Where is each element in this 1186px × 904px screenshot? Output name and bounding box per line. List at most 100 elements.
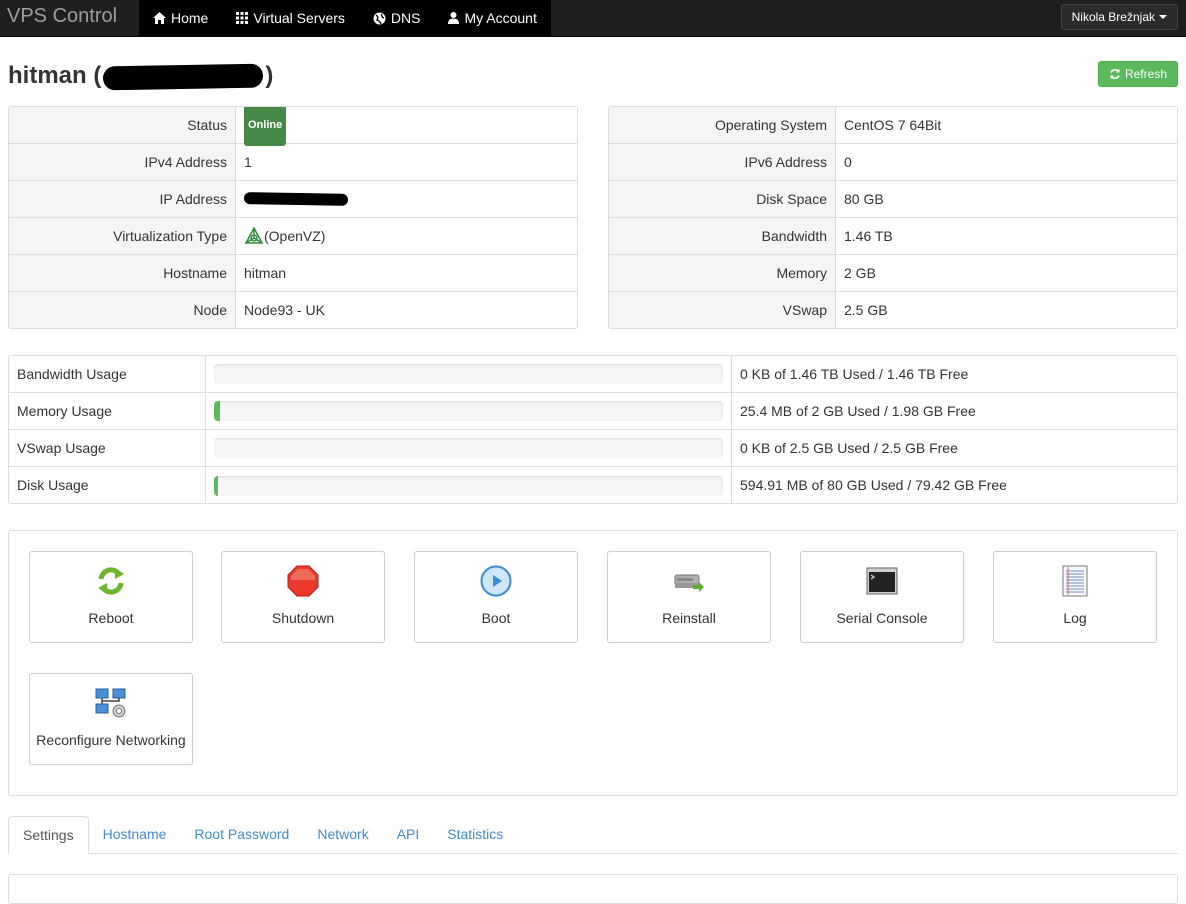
- usage-bar-cell: [206, 393, 732, 429]
- serial-console-button[interactable]: Serial Console: [800, 551, 964, 643]
- usage-bar-cell: [206, 430, 732, 466]
- user-menu-button[interactable]: Nikola Brežnjak: [1060, 4, 1178, 30]
- refresh-label: Refresh: [1124, 67, 1167, 81]
- usage-row-disk: Disk Usage 594.91 MB of 80 GB Used / 79.…: [9, 467, 1177, 503]
- usage-bar-cell: [206, 356, 732, 392]
- globe-icon: [373, 12, 386, 24]
- nav-my-account-label: My Account: [464, 10, 537, 26]
- tab-content-panel: [8, 874, 1178, 904]
- usage-row-vswap: VSwap Usage 0 KB of 2.5 GB Used / 2.5 GB…: [9, 430, 1177, 467]
- info-value: [236, 181, 577, 217]
- user-name: Nikola Brežnjak: [1071, 10, 1155, 24]
- action-label: Boot: [481, 610, 511, 626]
- usage-row-bandwidth: Bandwidth Usage 0 KB of 1.46 TB Used / 1…: [9, 356, 1177, 393]
- usage-label: Disk Usage: [9, 467, 206, 503]
- info-value: Online: [236, 107, 577, 146]
- actions-panel: Reboot Shutdown Boot Reinstall Serial Co…: [8, 530, 1178, 796]
- usage-table: Bandwidth Usage 0 KB of 1.46 TB Used / 1…: [8, 355, 1178, 504]
- info-row-ip: IP Address: [9, 181, 577, 218]
- reinstall-button[interactable]: Reinstall: [607, 551, 771, 643]
- redacted-ip: [243, 192, 349, 206]
- info-row-virtualization: Virtualization Type (OpenVZ): [9, 218, 577, 255]
- action-label: Serial Console: [836, 610, 928, 626]
- boot-icon: [480, 565, 512, 597]
- tab-statistics[interactable]: Statistics: [433, 816, 517, 853]
- info-value: (OpenVZ): [236, 218, 577, 254]
- nav-virtual-servers-label: Virtual Servers: [253, 10, 345, 26]
- info-label: VSwap: [609, 292, 836, 328]
- brand-logo[interactable]: VPS Control: [7, 5, 117, 28]
- boot-button[interactable]: Boot: [414, 551, 578, 643]
- action-label: Reconfigure Networking: [36, 732, 186, 748]
- refresh-button[interactable]: Refresh: [1097, 61, 1178, 87]
- info-label: IPv4 Address: [9, 144, 236, 180]
- usage-text: 0 KB of 2.5 GB Used / 2.5 GB Free: [740, 440, 958, 456]
- info-label: Disk Space: [609, 181, 836, 217]
- shutdown-icon: [287, 565, 319, 597]
- info-value: 2 GB: [844, 264, 876, 281]
- server-specs-table: Operating System CentOS 7 64Bit IPv6 Add…: [608, 106, 1178, 329]
- reconfigure-networking-button[interactable]: Reconfigure Networking: [29, 673, 193, 765]
- info-value: 1.46 TB: [844, 227, 893, 244]
- reinstall-icon: [674, 574, 704, 592]
- tab-network[interactable]: Network: [303, 816, 382, 853]
- info-label: Status: [9, 107, 236, 143]
- info-value: 1: [244, 153, 252, 170]
- nav-my-account[interactable]: My Account: [434, 0, 550, 36]
- tab-hostname[interactable]: Hostname: [89, 816, 181, 853]
- info-value: 80 GB: [844, 190, 884, 207]
- info-row-os: Operating System CentOS 7 64Bit: [609, 107, 1177, 144]
- nav-dns[interactable]: DNS: [359, 0, 435, 36]
- console-icon: [866, 567, 898, 595]
- tab-settings[interactable]: Settings: [8, 816, 89, 854]
- info-row-disk-space: Disk Space 80 GB: [609, 181, 1177, 218]
- reboot-button[interactable]: Reboot: [29, 551, 193, 643]
- home-icon: [153, 12, 166, 24]
- user-icon: [448, 12, 460, 24]
- virtualization-type: (OpenVZ): [264, 227, 326, 244]
- info-value: 0: [844, 153, 852, 170]
- progress-fill: [214, 401, 221, 421]
- shutdown-button[interactable]: Shutdown: [221, 551, 385, 643]
- progress-fill: [214, 475, 218, 496]
- usage-text: 25.4 MB of 2 GB Used / 1.98 GB Free: [740, 403, 976, 419]
- nav-home-label: Home: [171, 10, 209, 26]
- main-nav: Home Virtual Servers DNS My Account: [139, 0, 551, 36]
- nav-virtual-servers[interactable]: Virtual Servers: [222, 0, 359, 36]
- bandwidth-progress-bar: [214, 364, 723, 384]
- status-badge: Online: [244, 107, 287, 146]
- usage-label: VSwap Usage: [9, 430, 206, 466]
- page-title-prefix: hitman (: [8, 62, 102, 89]
- log-icon: [1062, 565, 1088, 597]
- info-row-ipv4: IPv4 Address 1: [9, 144, 577, 181]
- info-row-status: Status Online: [9, 107, 577, 146]
- memory-progress-bar: [214, 401, 723, 421]
- openvz-icon: [244, 227, 264, 244]
- info-label: Hostname: [9, 255, 236, 291]
- page-title: hitman (): [8, 62, 273, 91]
- usage-text: 0 KB of 1.46 TB Used / 1.46 TB Free: [740, 366, 969, 382]
- info-label: Operating System: [609, 107, 836, 143]
- tab-root-password[interactable]: Root Password: [180, 816, 303, 853]
- usage-bar-cell: [206, 467, 732, 503]
- top-navbar: VPS Control Home Virtual Servers DNS My …: [0, 0, 1186, 37]
- network-icon: [95, 688, 126, 718]
- info-label: IP Address: [9, 181, 236, 217]
- info-label: Node: [9, 292, 236, 328]
- refresh-icon: [1110, 69, 1120, 79]
- info-row-memory: Memory 2 GB: [609, 255, 1177, 292]
- redacted-ip: [103, 63, 264, 91]
- disk-progress-bar: [214, 475, 723, 496]
- info-row-vswap: VSwap 2.5 GB: [609, 292, 1177, 328]
- tab-api[interactable]: API: [383, 816, 434, 853]
- action-label: Reboot: [88, 610, 134, 626]
- usage-label: Bandwidth Usage: [9, 356, 206, 392]
- nav-home[interactable]: Home: [139, 0, 222, 36]
- info-row-hostname: Hostname hitman: [9, 255, 577, 292]
- info-value: Node93 - UK: [244, 302, 325, 318]
- usage-row-memory: Memory Usage 25.4 MB of 2 GB Used / 1.98…: [9, 393, 1177, 430]
- nav-dns-label: DNS: [390, 10, 421, 26]
- usage-label: Memory Usage: [9, 393, 206, 429]
- info-row-node: Node Node93 - UK: [9, 292, 577, 328]
- log-button[interactable]: Log: [993, 551, 1157, 643]
